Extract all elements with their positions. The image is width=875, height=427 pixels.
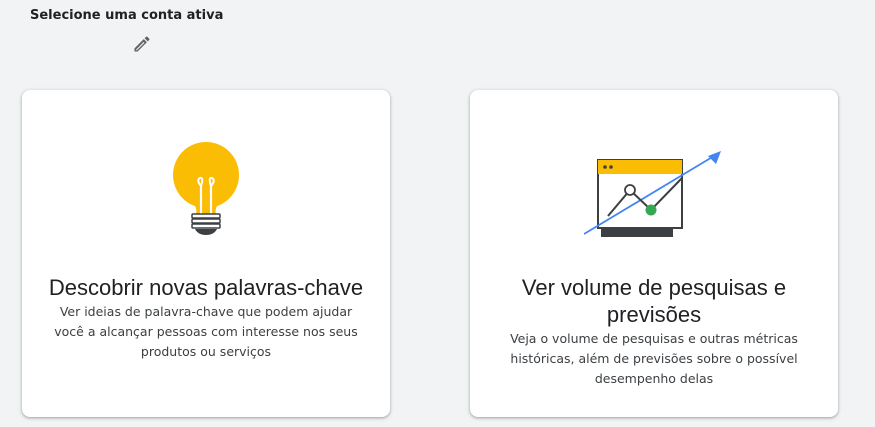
edit-account-button[interactable] bbox=[131, 35, 153, 57]
pencil-icon bbox=[132, 34, 152, 59]
card-description: Veja o volume de pesquisas e outras métr… bbox=[510, 331, 798, 386]
discover-keywords-card[interactable]: Descobrir novas palavras-chave Ver ideia… bbox=[22, 90, 390, 417]
search-volume-forecast-card[interactable]: Ver volume de pesquisas e previsões Veja… bbox=[470, 90, 838, 417]
card-title: Ver volume de pesquisas e previsões bbox=[521, 275, 787, 327]
card-description: Ver ideias de palavra-chave que podem aj… bbox=[54, 304, 358, 359]
account-selector-title: Selecione uma conta ativa bbox=[30, 8, 224, 23]
lightbulb-icon bbox=[170, 140, 242, 245]
card-title: Descobrir novas palavras-chave bbox=[48, 275, 364, 300]
trend-chart-icon bbox=[583, 148, 724, 243]
